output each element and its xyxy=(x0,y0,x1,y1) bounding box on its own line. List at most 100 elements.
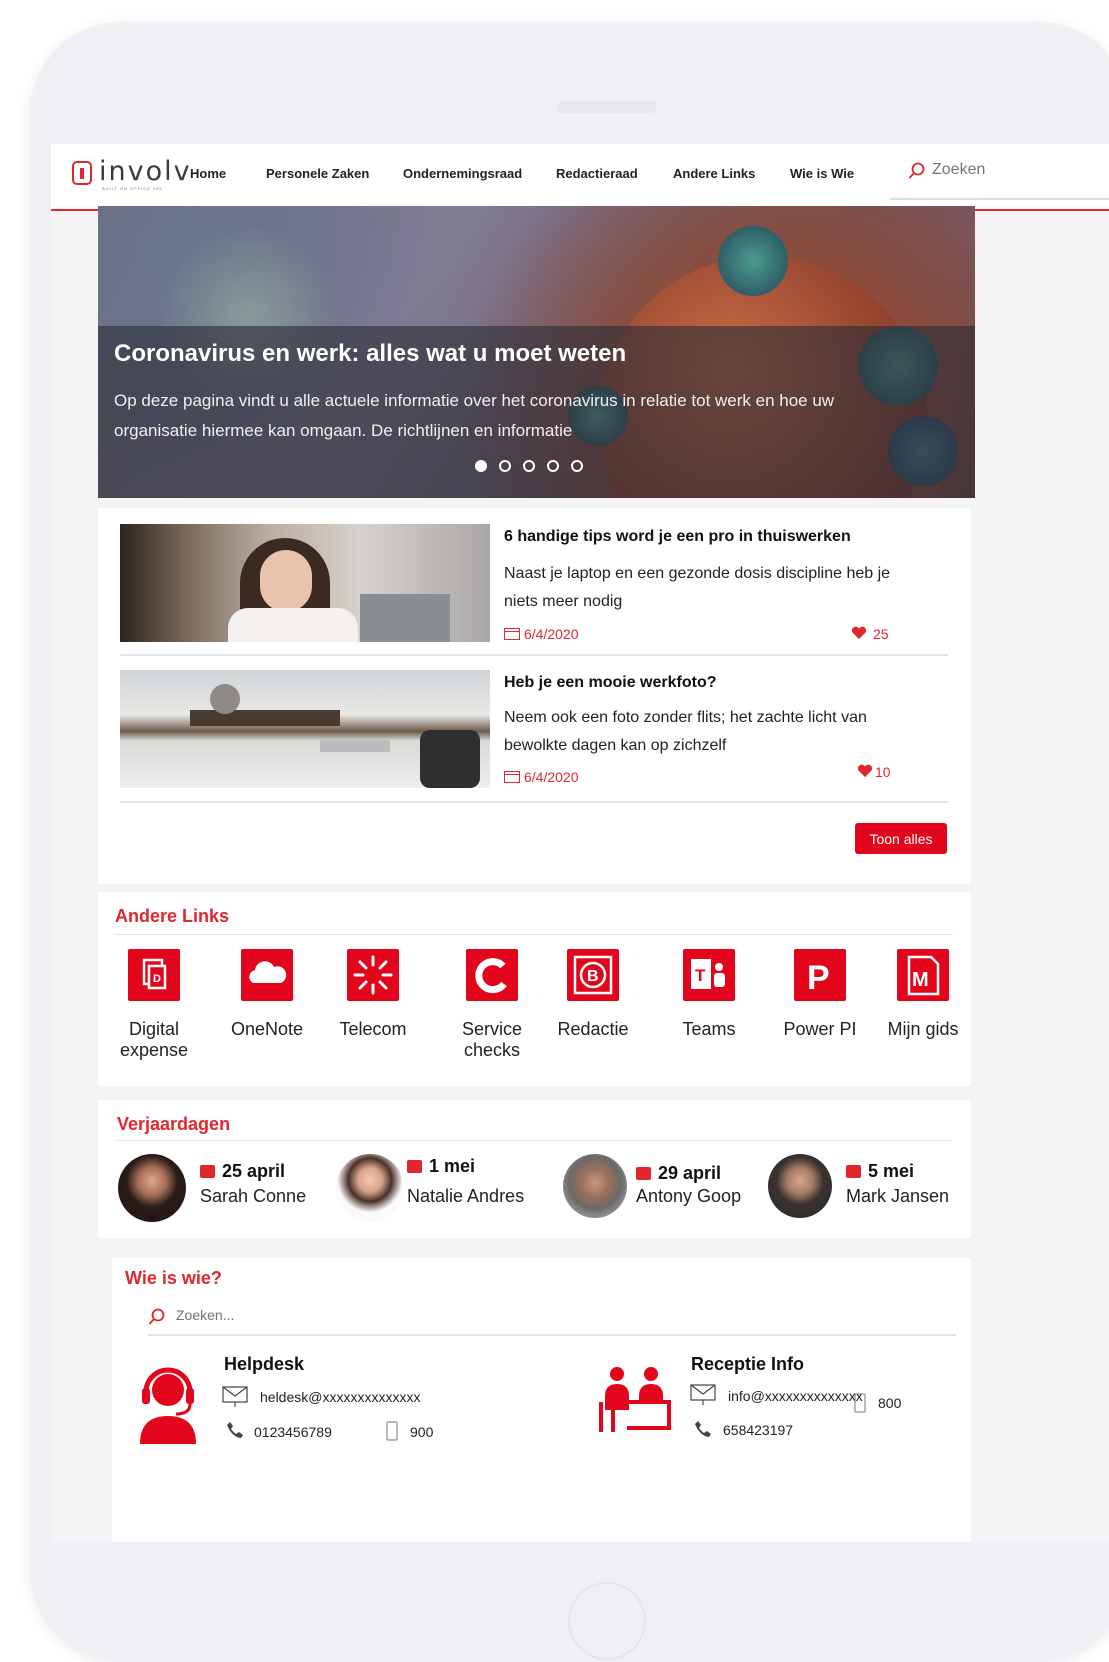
heart-icon xyxy=(851,626,867,639)
nav-item-andere-links[interactable]: Andere Links xyxy=(673,166,755,181)
svg-text:D: D xyxy=(153,973,161,985)
app-link-telecom[interactable]: Telecom xyxy=(318,949,428,1040)
powerpoint-icon: P xyxy=(794,949,846,1001)
app-link-mijn-gids[interactable]: M Mijn gids xyxy=(868,949,978,1040)
birthday-date: 25 april xyxy=(200,1161,285,1182)
birthday-name: Natalie Andres xyxy=(407,1186,525,1206)
nav-item-ondernemingsraad[interactable]: Ondernemingsraad xyxy=(403,166,522,181)
birthday-date: 29 april xyxy=(636,1163,721,1184)
nav-item-redactieraad[interactable]: Redactieraad xyxy=(556,166,638,181)
app-link-teams[interactable]: T Teams xyxy=(654,949,764,1040)
news-likes-count: 25 xyxy=(873,626,889,642)
phone-icon xyxy=(695,1421,711,1437)
nav-item-home[interactable]: Home xyxy=(190,166,226,181)
cake-icon xyxy=(200,1165,215,1178)
divider xyxy=(120,801,948,803)
contact-extension: 800 xyxy=(878,1395,902,1411)
news-likes-count: 10 xyxy=(875,764,891,780)
contact-name[interactable]: Helpdesk xyxy=(224,1354,304,1375)
carousel-dot[interactable] xyxy=(499,460,511,472)
phone-icon xyxy=(227,1422,243,1438)
birthdays-card: Verjaardagen 25 april Sarah Conne 1 mei … xyxy=(98,1100,971,1238)
app-link-onenote[interactable]: OneNote xyxy=(212,949,322,1040)
nav-search xyxy=(890,154,1109,200)
news-card: 6 handige tips word je een pro in thuisw… xyxy=(98,508,971,884)
app-link-power-pi[interactable]: P Power PI xyxy=(765,949,875,1040)
contact-phone[interactable]: 658423197 xyxy=(723,1422,793,1438)
birthday-date-text: 1 mei xyxy=(429,1156,476,1176)
tablet-speaker xyxy=(557,101,657,113)
svg-text:B: B xyxy=(587,968,599,985)
app-link-redactie[interactable]: B Redactie xyxy=(538,949,648,1040)
app-label: Teams xyxy=(682,1019,736,1039)
refresh-icon xyxy=(466,949,518,1001)
nav-item-wie-is-wie[interactable]: Wie is Wie xyxy=(790,166,854,181)
contact-email[interactable]: info@xxxxxxxxxxxxxx xyxy=(728,1388,863,1404)
mail-icon xyxy=(222,1386,248,1407)
birthday-date-text: 29 april xyxy=(658,1163,722,1183)
who-search xyxy=(148,1300,956,1336)
app-label: Digital expense xyxy=(119,1019,189,1060)
document-icon: D xyxy=(128,949,180,1001)
app-label: Telecom xyxy=(339,1019,407,1039)
reception-icon xyxy=(599,1367,671,1432)
news-image-werkfoto[interactable] xyxy=(120,670,490,788)
cake-icon xyxy=(407,1160,422,1173)
news-title[interactable]: Heb je een mooie werkfoto? xyxy=(504,674,716,692)
birthday-date-text: 5 mei xyxy=(868,1161,915,1181)
other-links-card: Andere Links D Digital expense OneNote T… xyxy=(98,892,971,1086)
mail-icon xyxy=(690,1384,716,1405)
search-icon xyxy=(148,1308,165,1325)
m-document-icon: M xyxy=(897,949,949,1001)
svg-text:T: T xyxy=(695,966,706,985)
calendar-icon xyxy=(504,771,520,783)
app-link-service-checks[interactable]: Service checks xyxy=(437,949,547,1061)
news-likes[interactable]: 25 xyxy=(851,626,889,642)
birthday-name: Sarah Conne xyxy=(200,1186,307,1206)
logo-mark-icon xyxy=(72,161,92,185)
logo[interactable]: involv BUILT ON OFFICE 365 xyxy=(72,156,190,192)
app-link-digital-expense[interactable]: D Digital expense xyxy=(99,949,209,1061)
top-navigation: involv BUILT ON OFFICE 365 Home Personel… xyxy=(51,144,1109,211)
section-title: Wie is wie? xyxy=(125,1268,222,1288)
carousel-dot[interactable] xyxy=(475,460,487,472)
divider xyxy=(120,654,948,656)
avatar xyxy=(768,1154,832,1218)
news-likes[interactable]: 10 xyxy=(857,764,891,780)
hero-text: Op deze pagina vindt u alle actuele info… xyxy=(114,391,835,440)
screen: involv BUILT ON OFFICE 365 Home Personel… xyxy=(51,144,1109,1542)
logo-text: involv xyxy=(99,156,192,187)
app-label: Redactie xyxy=(557,1019,629,1039)
app-label: Power PI xyxy=(783,1019,857,1039)
carousel-dot[interactable] xyxy=(547,460,559,472)
carousel-dot[interactable] xyxy=(571,460,583,472)
hero-title[interactable]: Coronavirus en werk: alles wat u moet we… xyxy=(114,340,626,368)
who-search-input[interactable] xyxy=(174,1306,478,1324)
avatar xyxy=(118,1154,186,1222)
search-icon xyxy=(908,162,925,179)
news-image-thuiswerken[interactable] xyxy=(120,524,490,642)
section-title: Verjaardagen xyxy=(117,1114,231,1134)
tablet-home-button[interactable] xyxy=(568,1582,646,1660)
contact-name[interactable]: Receptie Info xyxy=(691,1354,804,1375)
avatar xyxy=(336,1154,404,1222)
carousel-dot[interactable] xyxy=(523,460,535,472)
logo-tagline: BUILT ON OFFICE 365 xyxy=(102,186,163,191)
divider xyxy=(115,934,953,935)
mobile-icon xyxy=(854,1393,866,1413)
contact-extension: 900 xyxy=(410,1424,434,1440)
nav-item-personele-zaken[interactable]: Personele Zaken xyxy=(266,166,369,181)
news-description: Neem ook een foto zonder flits; het zach… xyxy=(504,709,867,754)
nav-search-input[interactable] xyxy=(930,160,1084,180)
svg-text:M: M xyxy=(912,969,929,991)
birthday-date-text: 25 april xyxy=(222,1161,286,1181)
contact-phone[interactable]: 0123456789 xyxy=(254,1424,332,1440)
hero-banner[interactable]: Coronavirus en werk: alles wat u moet we… xyxy=(98,206,975,498)
svg-text:P: P xyxy=(807,959,830,997)
contact-email[interactable]: heldesk@xxxxxxxxxxxxxx xyxy=(260,1389,420,1405)
teams-icon: T xyxy=(683,949,735,1001)
show-all-button[interactable]: Toon alles xyxy=(855,823,947,854)
news-description: Naast je laptop en een gezonde dosis dis… xyxy=(504,565,891,610)
mobile-icon xyxy=(386,1421,398,1441)
news-title[interactable]: 6 handige tips word je een pro in thuisw… xyxy=(504,528,851,546)
